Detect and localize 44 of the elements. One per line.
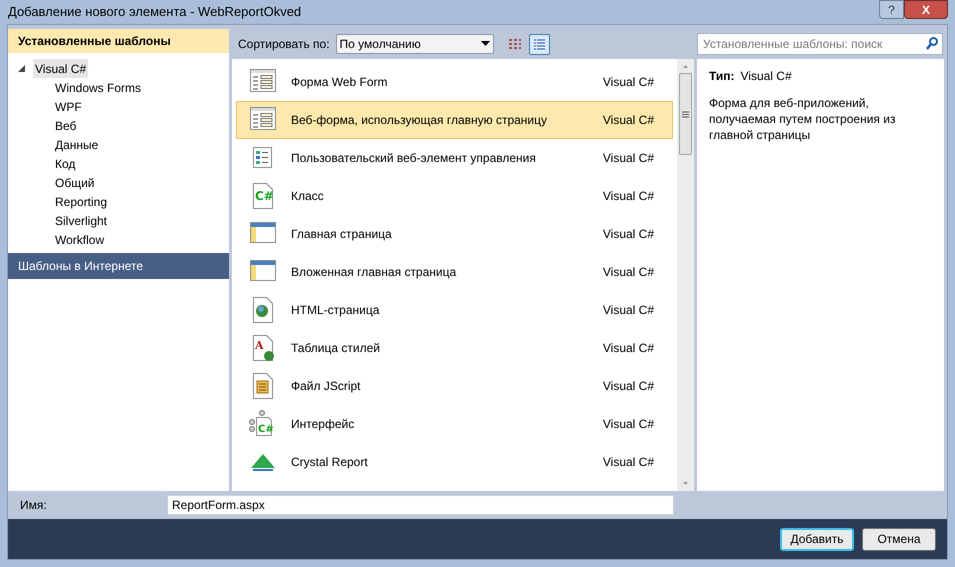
grid-icon (506, 36, 522, 52)
tree-item[interactable]: Код (53, 154, 78, 173)
name-field[interactable]: ReportForm.aspx (167, 495, 674, 515)
window-title: Добавление нового элемента - WebReportOkved (7, 3, 302, 22)
template-item[interactable]: Crystal Report Visual C# (236, 443, 673, 481)
search-field[interactable]: Установленные шаблоны: поиск (697, 33, 943, 55)
search-icon[interactable] (926, 37, 938, 50)
list-lines-icon (532, 36, 547, 52)
tree-item[interactable]: Reporting (53, 192, 110, 211)
template-item[interactable]: Главная страница Visual C# (236, 215, 673, 253)
tree-item[interactable]: WPF (53, 97, 84, 116)
template-item[interactable]: C# Интерфейс Visual C# (236, 405, 673, 443)
cancel-button[interactable]: Отмена (862, 528, 936, 550)
template-item[interactable]: HTML-страница Visual C# (236, 291, 673, 329)
tree-item[interactable]: Silverlight (53, 211, 110, 230)
template-item[interactable]: C# Класс Visual C# (236, 177, 673, 215)
tree-item[interactable]: Visual C# (33, 59, 88, 78)
template-item[interactable]: Пользовательский веб-элемент управления Visual C# (236, 139, 673, 177)
template-item[interactable]: A Таблица стилей Visual C# (236, 329, 673, 367)
template-item[interactable]: Веб-форма, использующая главную страницу Visual C# (236, 101, 673, 139)
dropdown-arrow-icon (480, 41, 490, 47)
tree-item[interactable]: Workflow (53, 230, 106, 249)
sidebar-header: Установленные шаблоны (8, 29, 229, 53)
help-button[interactable]: ? (879, 0, 904, 19)
name-label: Имя: (19, 497, 48, 514)
template-description: Форма для веб-приложений, получаемая путем построения из главной страницы (709, 95, 896, 143)
tree-item[interactable]: Веб (53, 116, 78, 135)
sort-dropdown[interactable]: По умолчанию (336, 34, 494, 54)
list-view-button[interactable] (528, 34, 550, 54)
sidebar-item[interactable]: Шаблоны в Интернете (8, 253, 229, 279)
scrollbar[interactable] (677, 59, 694, 491)
collapse-arrow-icon[interactable] (18, 65, 25, 72)
type-value: Visual C# (740, 68, 792, 85)
type-label: Тип: (709, 68, 734, 85)
scroll-thumb[interactable] (679, 73, 692, 155)
add-button[interactable]: Добавить (780, 528, 854, 550)
sort-label: Сортировать по: (238, 36, 330, 53)
tree-item[interactable]: Данные (53, 135, 100, 154)
template-item[interactable]: Форма Web Form Visual C# (236, 63, 673, 101)
template-item[interactable]: Файл JScript Visual C# (236, 367, 673, 405)
template-item[interactable]: Вложенная главная страница Visual C# (236, 253, 673, 291)
tree-item[interactable]: Windows Forms (53, 78, 144, 97)
tree-item[interactable]: Общий (53, 173, 96, 192)
close-button[interactable]: X (904, 0, 948, 19)
